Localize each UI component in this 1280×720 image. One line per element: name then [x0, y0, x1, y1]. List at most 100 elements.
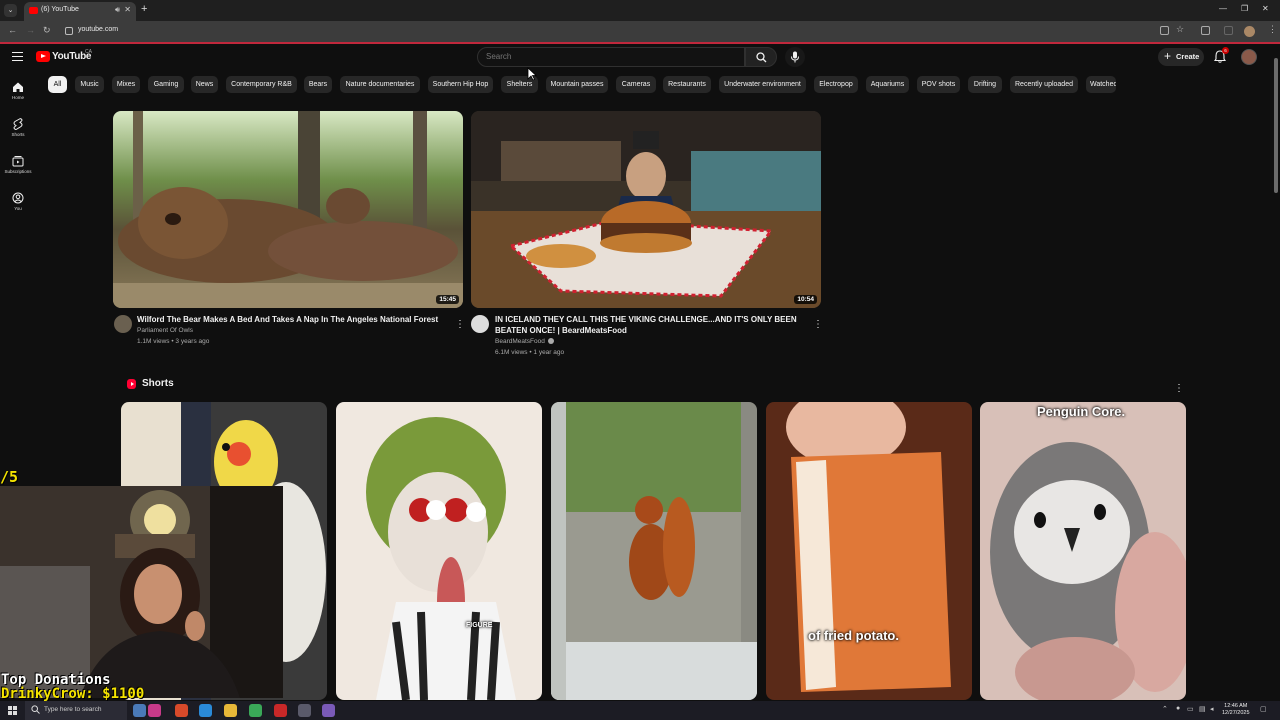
browser-tab-youtube[interactable]: (6) YouTube 🔊︎ ✕ [24, 2, 136, 21]
squirrel-short-image [551, 402, 757, 700]
verified-badge-icon [547, 338, 554, 345]
chip-mixes[interactable]: Mixes [112, 76, 140, 93]
sidebar-item-home[interactable]: Home [0, 81, 36, 109]
create-button[interactable]: + Create [1158, 48, 1204, 66]
bookmark-star-icon[interactable]: ☆ [1176, 24, 1184, 35]
taskbar-app-icon[interactable] [175, 704, 188, 717]
taskbar-search-box[interactable]: Type here to search [25, 701, 127, 720]
chip-gaming[interactable]: Gaming [148, 76, 184, 93]
short-caption: Penguin Core. [1037, 404, 1126, 419]
tab-close-icon[interactable]: ✕ [124, 5, 131, 14]
chip-drifting[interactable]: Drifting [968, 76, 1002, 93]
url-field[interactable]: youtube.com [78, 26, 118, 33]
chip-nature-documentaries[interactable]: Nature documentaries [340, 76, 420, 93]
chip-all[interactable]: All [48, 76, 67, 93]
youtube-logo-icon[interactable] [36, 51, 50, 62]
new-tab-button[interactable]: + [141, 3, 147, 15]
chip-southern-hip-hop[interactable]: Southern Hip Hop [428, 76, 493, 93]
speaker-icon[interactable]: 🔊︎ [115, 5, 120, 15]
you-icon [12, 192, 24, 204]
guide-menu-icon[interactable] [12, 52, 23, 61]
restore-icon[interactable]: ❐ [1241, 4, 1248, 13]
penguin-short-image [980, 402, 1186, 700]
microphone-tray-icon[interactable]: ● [1176, 705, 1180, 712]
display-tray-icon[interactable]: ▭ [1187, 705, 1194, 713]
sidebar-item-you[interactable]: You [0, 192, 36, 220]
chip-mountain-passes[interactable]: Mountain passes [546, 76, 608, 93]
chip-news[interactable]: News [191, 76, 218, 93]
account-avatar[interactable] [1241, 49, 1257, 65]
streamer-webcam-image [0, 486, 283, 698]
notification-center-icon[interactable]: ▢ [1260, 705, 1267, 713]
browser-profile-avatar[interactable] [1244, 26, 1255, 37]
video-title[interactable]: IN ICELAND THEY CALL THIS THE VIKING CHA… [495, 315, 807, 336]
sidebar-icon[interactable] [1224, 26, 1233, 35]
video-thumbnail[interactable]: 10:54 [471, 111, 821, 308]
chip-bears[interactable]: Bears [304, 76, 332, 93]
volume-icon[interactable]: ◂ [1210, 705, 1214, 713]
taskbar-app-icon[interactable] [298, 704, 311, 717]
extensions-icon[interactable] [1201, 26, 1210, 35]
chip-watched[interactable]: Watched [1086, 76, 1116, 93]
chip-aquariums[interactable]: Aquariums [866, 76, 909, 93]
video-channel[interactable]: BeardMeatsFood [495, 338, 554, 345]
forward-icon[interactable]: → [26, 25, 35, 35]
tab-search-button[interactable]: ⌄ [4, 4, 17, 17]
short-card[interactable]: of fried potato. [766, 402, 972, 700]
loading-bar [0, 42, 1280, 44]
taskbar-app-icon[interactable] [274, 704, 287, 717]
channel-name: BeardMeatsFood [495, 338, 545, 345]
edge-icon[interactable] [199, 704, 212, 717]
notifications-badge: 6 [1222, 47, 1229, 54]
chip-cameras[interactable]: Cameras [616, 76, 656, 93]
video-thumbnail[interactable]: 15:45 [113, 111, 463, 308]
home-icon [13, 82, 23, 92]
video-menu-icon[interactable] [455, 314, 461, 326]
chip-contemporary-rnb[interactable]: Contemporary R&B [226, 76, 297, 93]
shorts-shelf-title: Shorts [142, 378, 174, 389]
chip-restaurants[interactable]: Restaurants [663, 76, 711, 93]
short-card[interactable] [551, 402, 757, 700]
video-title[interactable]: Wilford The Bear Makes A Bed And Takes A… [137, 315, 447, 326]
short-card[interactable]: FIGURE [336, 402, 542, 700]
tray-chevron-icon[interactable]: ⌃ [1162, 705, 1168, 713]
sidebar-item-shorts[interactable]: Shorts [0, 118, 36, 146]
address-bar: ← → ↻ youtube.com ☆ ⋮ [0, 21, 1280, 42]
chip-recently-uploaded[interactable]: Recently uploaded [1010, 76, 1078, 93]
shorts-menu-icon[interactable] [1174, 378, 1180, 390]
minimize-icon[interactable]: — [1219, 4, 1227, 13]
voice-search-button[interactable] [785, 47, 805, 67]
taskbar-app-icon[interactable] [322, 704, 335, 717]
youtube-favicon-icon [29, 7, 38, 14]
beetlejuice-short-image [336, 402, 542, 700]
widgets-icon[interactable] [133, 704, 146, 717]
network-icon[interactable]: ▤ [1199, 705, 1206, 713]
chip-electropop[interactable]: Electropop [814, 76, 858, 93]
video-menu-icon[interactable] [813, 314, 819, 326]
chip-music[interactable]: Music [75, 76, 104, 93]
windows-start-icon[interactable] [8, 706, 17, 715]
chip-underwater-environment[interactable]: Underwater environment [719, 76, 806, 93]
channel-avatar[interactable] [114, 315, 132, 333]
page-scrollbar-thumb[interactable] [1274, 58, 1278, 193]
short-card[interactable]: Penguin Core. [980, 402, 1186, 700]
chip-pov-shots[interactable]: POV shots [917, 76, 960, 93]
stream-counter: /5 [0, 468, 19, 486]
cast-icon[interactable] [1160, 26, 1169, 35]
reload-icon[interactable]: ↻ [43, 25, 51, 36]
window-close-icon[interactable]: ✕ [1262, 4, 1269, 13]
taskbar-clock[interactable]: 12:46 AM 12/27/2025 [1222, 703, 1250, 717]
search-button[interactable] [745, 47, 777, 67]
chrome-icon[interactable] [249, 704, 262, 717]
file-explorer-icon[interactable] [224, 704, 237, 717]
sidebar-item-subscriptions[interactable]: Subscriptions [0, 155, 36, 183]
channel-avatar[interactable] [471, 315, 489, 333]
search-input[interactable] [486, 52, 736, 61]
back-icon[interactable]: ← [8, 25, 17, 35]
taskbar-app-icon[interactable] [148, 704, 161, 717]
site-info-icon[interactable] [65, 27, 73, 35]
video-channel[interactable]: Parliament Of Owls [137, 327, 193, 334]
microphone-icon [791, 51, 799, 63]
browser-menu-icon[interactable]: ⋮ [1268, 24, 1277, 35]
search-box[interactable] [477, 47, 745, 67]
